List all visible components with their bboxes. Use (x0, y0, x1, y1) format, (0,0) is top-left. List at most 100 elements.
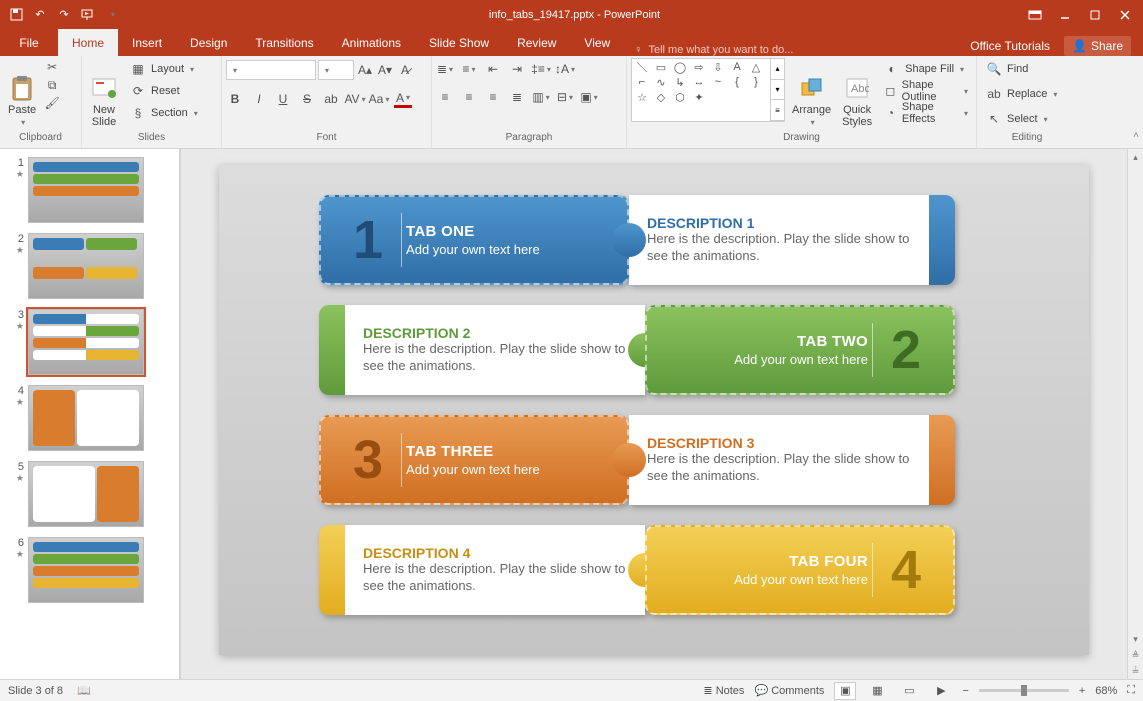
layout-button[interactable]: ▦Layout (125, 58, 202, 80)
align-left-icon[interactable]: ≡ (436, 88, 454, 106)
save-icon[interactable] (8, 7, 24, 23)
shape-lbrace-icon[interactable]: { (728, 75, 746, 89)
thumb-4[interactable]: 4 (0, 383, 179, 459)
comments-button[interactable]: 💬 Comments (754, 684, 824, 697)
replace-button[interactable]: abReplace (981, 83, 1061, 105)
tab-slideshow[interactable]: Slide Show (415, 29, 503, 56)
close-icon[interactable] (1111, 5, 1139, 25)
cut-icon[interactable]: ✂ (43, 58, 61, 76)
minimize-icon[interactable] (1051, 5, 1079, 25)
tab-design[interactable]: Design (176, 29, 241, 56)
shape-elbow-icon[interactable]: ⌐ (633, 75, 651, 89)
shape-arrow-icon[interactable]: ⇨ (690, 60, 708, 74)
align-right-icon[interactable]: ≡ (484, 88, 502, 106)
tab-home[interactable]: Home (58, 29, 118, 56)
decrease-indent-icon[interactable]: ⇤ (484, 60, 502, 78)
thumb-3[interactable]: 3 (0, 307, 179, 383)
tab-animations[interactable]: Animations (328, 29, 415, 56)
strikethrough-icon[interactable]: S (298, 90, 316, 108)
columns-icon[interactable]: ▥ (532, 88, 550, 106)
tab-view[interactable]: View (570, 29, 624, 56)
change-case-icon[interactable]: Aa (370, 90, 388, 108)
align-center-icon[interactable]: ≡ (460, 88, 478, 106)
numbering-icon[interactable]: ≡ (460, 60, 478, 78)
select-button[interactable]: ↖Select (981, 108, 1052, 130)
start-from-beginning-icon[interactable] (80, 7, 96, 23)
new-slide-button[interactable]: New Slide (86, 58, 122, 130)
font-family-combo[interactable] (226, 60, 316, 80)
shape-line-icon[interactable]: ＼ (633, 60, 651, 74)
reading-view-icon[interactable]: ▭ (898, 682, 920, 700)
slide-editor[interactable]: 1 TAB ONE Add your own text here DESCRIP… (180, 149, 1127, 679)
underline-icon[interactable]: U (274, 90, 292, 108)
align-text-icon[interactable]: ⊟ (556, 88, 574, 106)
char-spacing-icon[interactable]: AV (346, 90, 364, 108)
shadow-icon[interactable]: ab (322, 90, 340, 108)
increase-font-icon[interactable]: A▴ (356, 61, 374, 79)
fit-to-window-icon[interactable]: ⛶ (1127, 684, 1135, 697)
slide-canvas[interactable]: 1 TAB ONE Add your own text here DESCRIP… (219, 165, 1089, 655)
bullets-icon[interactable]: ≣ (436, 60, 454, 78)
font-color-icon[interactable]: A (394, 90, 412, 108)
zoom-slider[interactable] (979, 689, 1069, 692)
shape-rect-icon[interactable]: ▭ (652, 60, 670, 74)
shapes-gallery[interactable]: ＼ ▭ ◯ ⇨ ⇩ A △ ⌐ ∿ ↳ ↔ ~ { } ☆ ◇ ⬡ (631, 58, 771, 122)
share-button[interactable]: 👤 Share (1064, 36, 1131, 56)
zoom-in-icon[interactable]: + (1079, 685, 1085, 697)
shape-arrow2-icon[interactable]: ⇩ (709, 60, 727, 74)
collapse-ribbon-icon[interactable]: ˄ (1133, 130, 1139, 141)
font-size-combo[interactable] (318, 60, 354, 80)
shape-effects-button[interactable]: ◔Shape Effects (879, 102, 972, 124)
justify-icon[interactable]: ≣ (508, 88, 526, 106)
qat-customize-icon[interactable] (104, 7, 120, 23)
redo-icon[interactable]: ↷ (56, 7, 72, 23)
paste-button[interactable]: Paste (4, 58, 40, 130)
reset-button[interactable]: ⟳Reset (125, 80, 202, 102)
next-slide-icon[interactable]: ≟ (1128, 663, 1143, 679)
slide-thumbnails[interactable]: 1 2 3 4 5 6 (0, 149, 180, 679)
tab-file[interactable]: File (0, 29, 58, 56)
thumb-6[interactable]: 6 (0, 535, 179, 611)
copy-icon[interactable]: ⧉ (43, 76, 61, 94)
slide-indicator[interactable]: Slide 3 of 8 (8, 685, 63, 697)
line-spacing-icon[interactable]: ‡≡ (532, 60, 550, 78)
italic-icon[interactable]: I (250, 90, 268, 108)
shape-textbox-icon[interactable]: A (728, 60, 746, 74)
tab-review[interactable]: Review (503, 29, 570, 56)
undo-icon[interactable]: ↶ (32, 7, 48, 23)
shape-outline-button[interactable]: ◻Shape Outline (879, 80, 972, 102)
shape-fill-button[interactable]: ◐Shape Fill (879, 58, 972, 80)
thumb-2[interactable]: 2 (0, 231, 179, 307)
shape-oval-icon[interactable]: ◯ (671, 60, 689, 74)
vertical-scrollbar[interactable]: ▴ ▾ ≜ ≟ (1127, 149, 1143, 679)
office-tutorials-link[interactable]: Office Tutorials (970, 39, 1050, 53)
normal-view-icon[interactable]: ▣ (834, 682, 856, 700)
thumb-5[interactable]: 5 (0, 459, 179, 535)
shape-connector-icon[interactable]: ↳ (671, 75, 689, 89)
thumb-1[interactable]: 1 (0, 155, 179, 231)
scroll-up-icon[interactable]: ▴ (1128, 149, 1143, 165)
shape-plus-icon[interactable]: ✦ (690, 90, 708, 104)
tab-insert[interactable]: Insert (118, 29, 176, 56)
slideshow-view-icon[interactable]: ▶ (930, 682, 952, 700)
smartart-icon[interactable]: ▣ (580, 88, 598, 106)
clear-formatting-icon[interactable]: A̷ (396, 61, 414, 79)
gallery-more-icon[interactable]: ≡ (771, 100, 784, 121)
shape-star-icon[interactable]: ☆ (633, 90, 651, 104)
gallery-down-icon[interactable]: ▾ (771, 80, 784, 101)
arrange-button[interactable]: Arrange (788, 58, 835, 130)
shape-callout-icon[interactable]: ◇ (652, 90, 670, 104)
gallery-up-icon[interactable]: ▴ (771, 59, 784, 80)
notes-button[interactable]: ≣ Notes (703, 684, 744, 697)
text-direction-icon[interactable]: ↕A (556, 60, 574, 78)
quick-styles-button[interactable]: Abc Quick Styles (838, 58, 876, 130)
zoom-out-icon[interactable]: − (962, 685, 968, 697)
find-button[interactable]: 🔍Find (981, 58, 1032, 80)
increase-indent-icon[interactable]: ⇥ (508, 60, 526, 78)
shape-hex-icon[interactable]: ⬡ (671, 90, 689, 104)
bold-icon[interactable]: B (226, 90, 244, 108)
spellcheck-icon[interactable]: 📖 (77, 684, 91, 697)
scroll-down-icon[interactable]: ▾ (1128, 631, 1143, 647)
format-painter-icon[interactable]: 🖌 (43, 94, 61, 112)
shape-triangle-icon[interactable]: △ (747, 60, 765, 74)
